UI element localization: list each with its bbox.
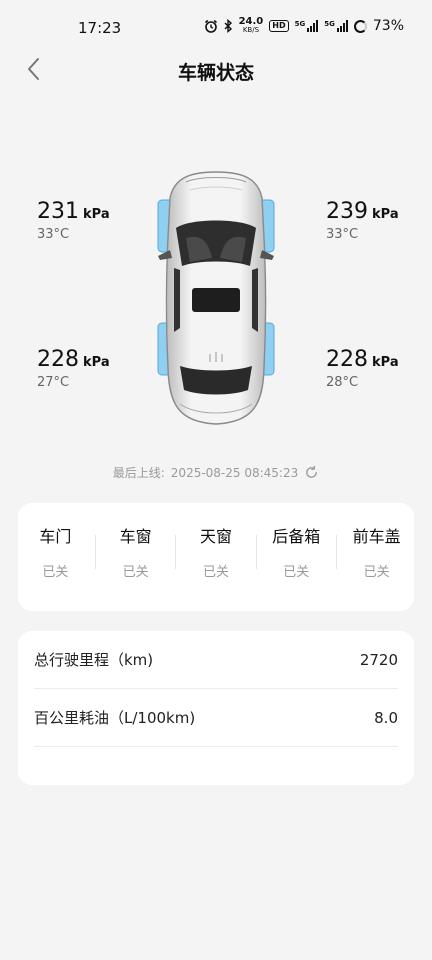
- info-label: 总行驶里程（km): [34, 651, 154, 669]
- page-title: 车辆状态: [177, 62, 254, 84]
- tyre-pressure: 231 kPa: [37, 199, 110, 224]
- net-speed-value: 24.0: [238, 16, 264, 27]
- divider: [94, 535, 96, 569]
- alarm-icon: [204, 19, 217, 33]
- tyre-pressure: 239 kPa: [326, 199, 399, 224]
- tyre-front-left: 231 kPa 33°C: [37, 199, 110, 242]
- status-value: 已关: [283, 565, 310, 580]
- status-bar: 17:23 24.0 KB/S HD 5G 5G 73%: [0, 0, 432, 44]
- tyre-rear-right: 228 kPa 28°C: [326, 347, 399, 390]
- status-value: 已关: [363, 565, 390, 580]
- status-item-doors: 车门 已关: [20, 523, 90, 580]
- status-icons: 24.0 KB/S HD 5G 5G 73%: [204, 16, 404, 35]
- info-value: 2720: [359, 650, 398, 669]
- status-time: 17:23: [78, 19, 122, 37]
- info-label: 百公里耗油（L/100km): [34, 709, 196, 727]
- tyre-temperature: 28°C: [326, 375, 359, 390]
- net-speed: 24.0 KB/S: [238, 16, 264, 35]
- status-value: 已关: [202, 565, 229, 580]
- tyre-rear-left: 228 kPa 27°C: [37, 347, 110, 390]
- status-label: 车窗: [119, 527, 152, 546]
- refresh-icon[interactable]: [304, 465, 319, 480]
- last-online-label: 最后上线:: [112, 466, 165, 480]
- signal-icon-sim1: 5G: [295, 20, 319, 32]
- signal-icon-sim2: 5G: [324, 20, 348, 32]
- tyre-temperature: 33°C: [37, 227, 70, 242]
- status-label: 车门: [39, 527, 72, 546]
- net-speed-unit: KB/S: [242, 26, 260, 34]
- status-item-windows: 车窗 已关: [101, 523, 171, 580]
- vehicle-status-card: 车门 已关 车窗 已关 天窗 已关 后备箱 已关 前车盖 已关: [18, 503, 414, 611]
- sim2-label: 5G: [324, 20, 335, 28]
- car-top-view-image: [157, 171, 275, 425]
- divider: [255, 535, 257, 569]
- bluetooth-icon: [224, 19, 232, 33]
- tyre-temperature: 27°C: [37, 375, 70, 390]
- status-value: 已关: [42, 565, 69, 580]
- tyre-front-right: 239 kPa 33°C: [326, 199, 399, 242]
- status-item-hood: 前车盖 已关: [342, 523, 412, 580]
- divider: [335, 535, 337, 569]
- last-online-time: 2025-08-25 08:45:23: [170, 465, 299, 480]
- status-label: 后备箱: [272, 527, 321, 546]
- status-item-sunroof: 天窗 已关: [181, 523, 251, 580]
- hd-badge: HD: [269, 20, 289, 32]
- info-row-fuel: 百公里耗油（L/100km) 8.0: [34, 689, 398, 747]
- status-item-trunk: 后备箱 已关: [261, 523, 331, 580]
- tyre-temperature: 33°C: [326, 227, 359, 242]
- battery-level: 73%: [372, 18, 404, 34]
- battery-icon: [353, 19, 367, 33]
- info-value: 8.0: [374, 708, 398, 727]
- status-label: 前车盖: [352, 527, 401, 546]
- info-row-mileage: 总行驶里程（km) 2720: [34, 631, 398, 689]
- tyre-pressure: 228 kPa: [37, 347, 110, 372]
- divider: [175, 535, 177, 569]
- status-value: 已关: [122, 565, 149, 580]
- tyre-pressure: 228 kPa: [326, 347, 399, 372]
- last-online: 最后上线: 2025-08-25 08:45:23: [0, 464, 432, 481]
- sim1-label: 5G: [294, 20, 306, 28]
- status-label: 天窗: [199, 527, 232, 546]
- trip-info-card: 总行驶里程（km) 2720 百公里耗油（L/100km) 8.0: [18, 631, 414, 785]
